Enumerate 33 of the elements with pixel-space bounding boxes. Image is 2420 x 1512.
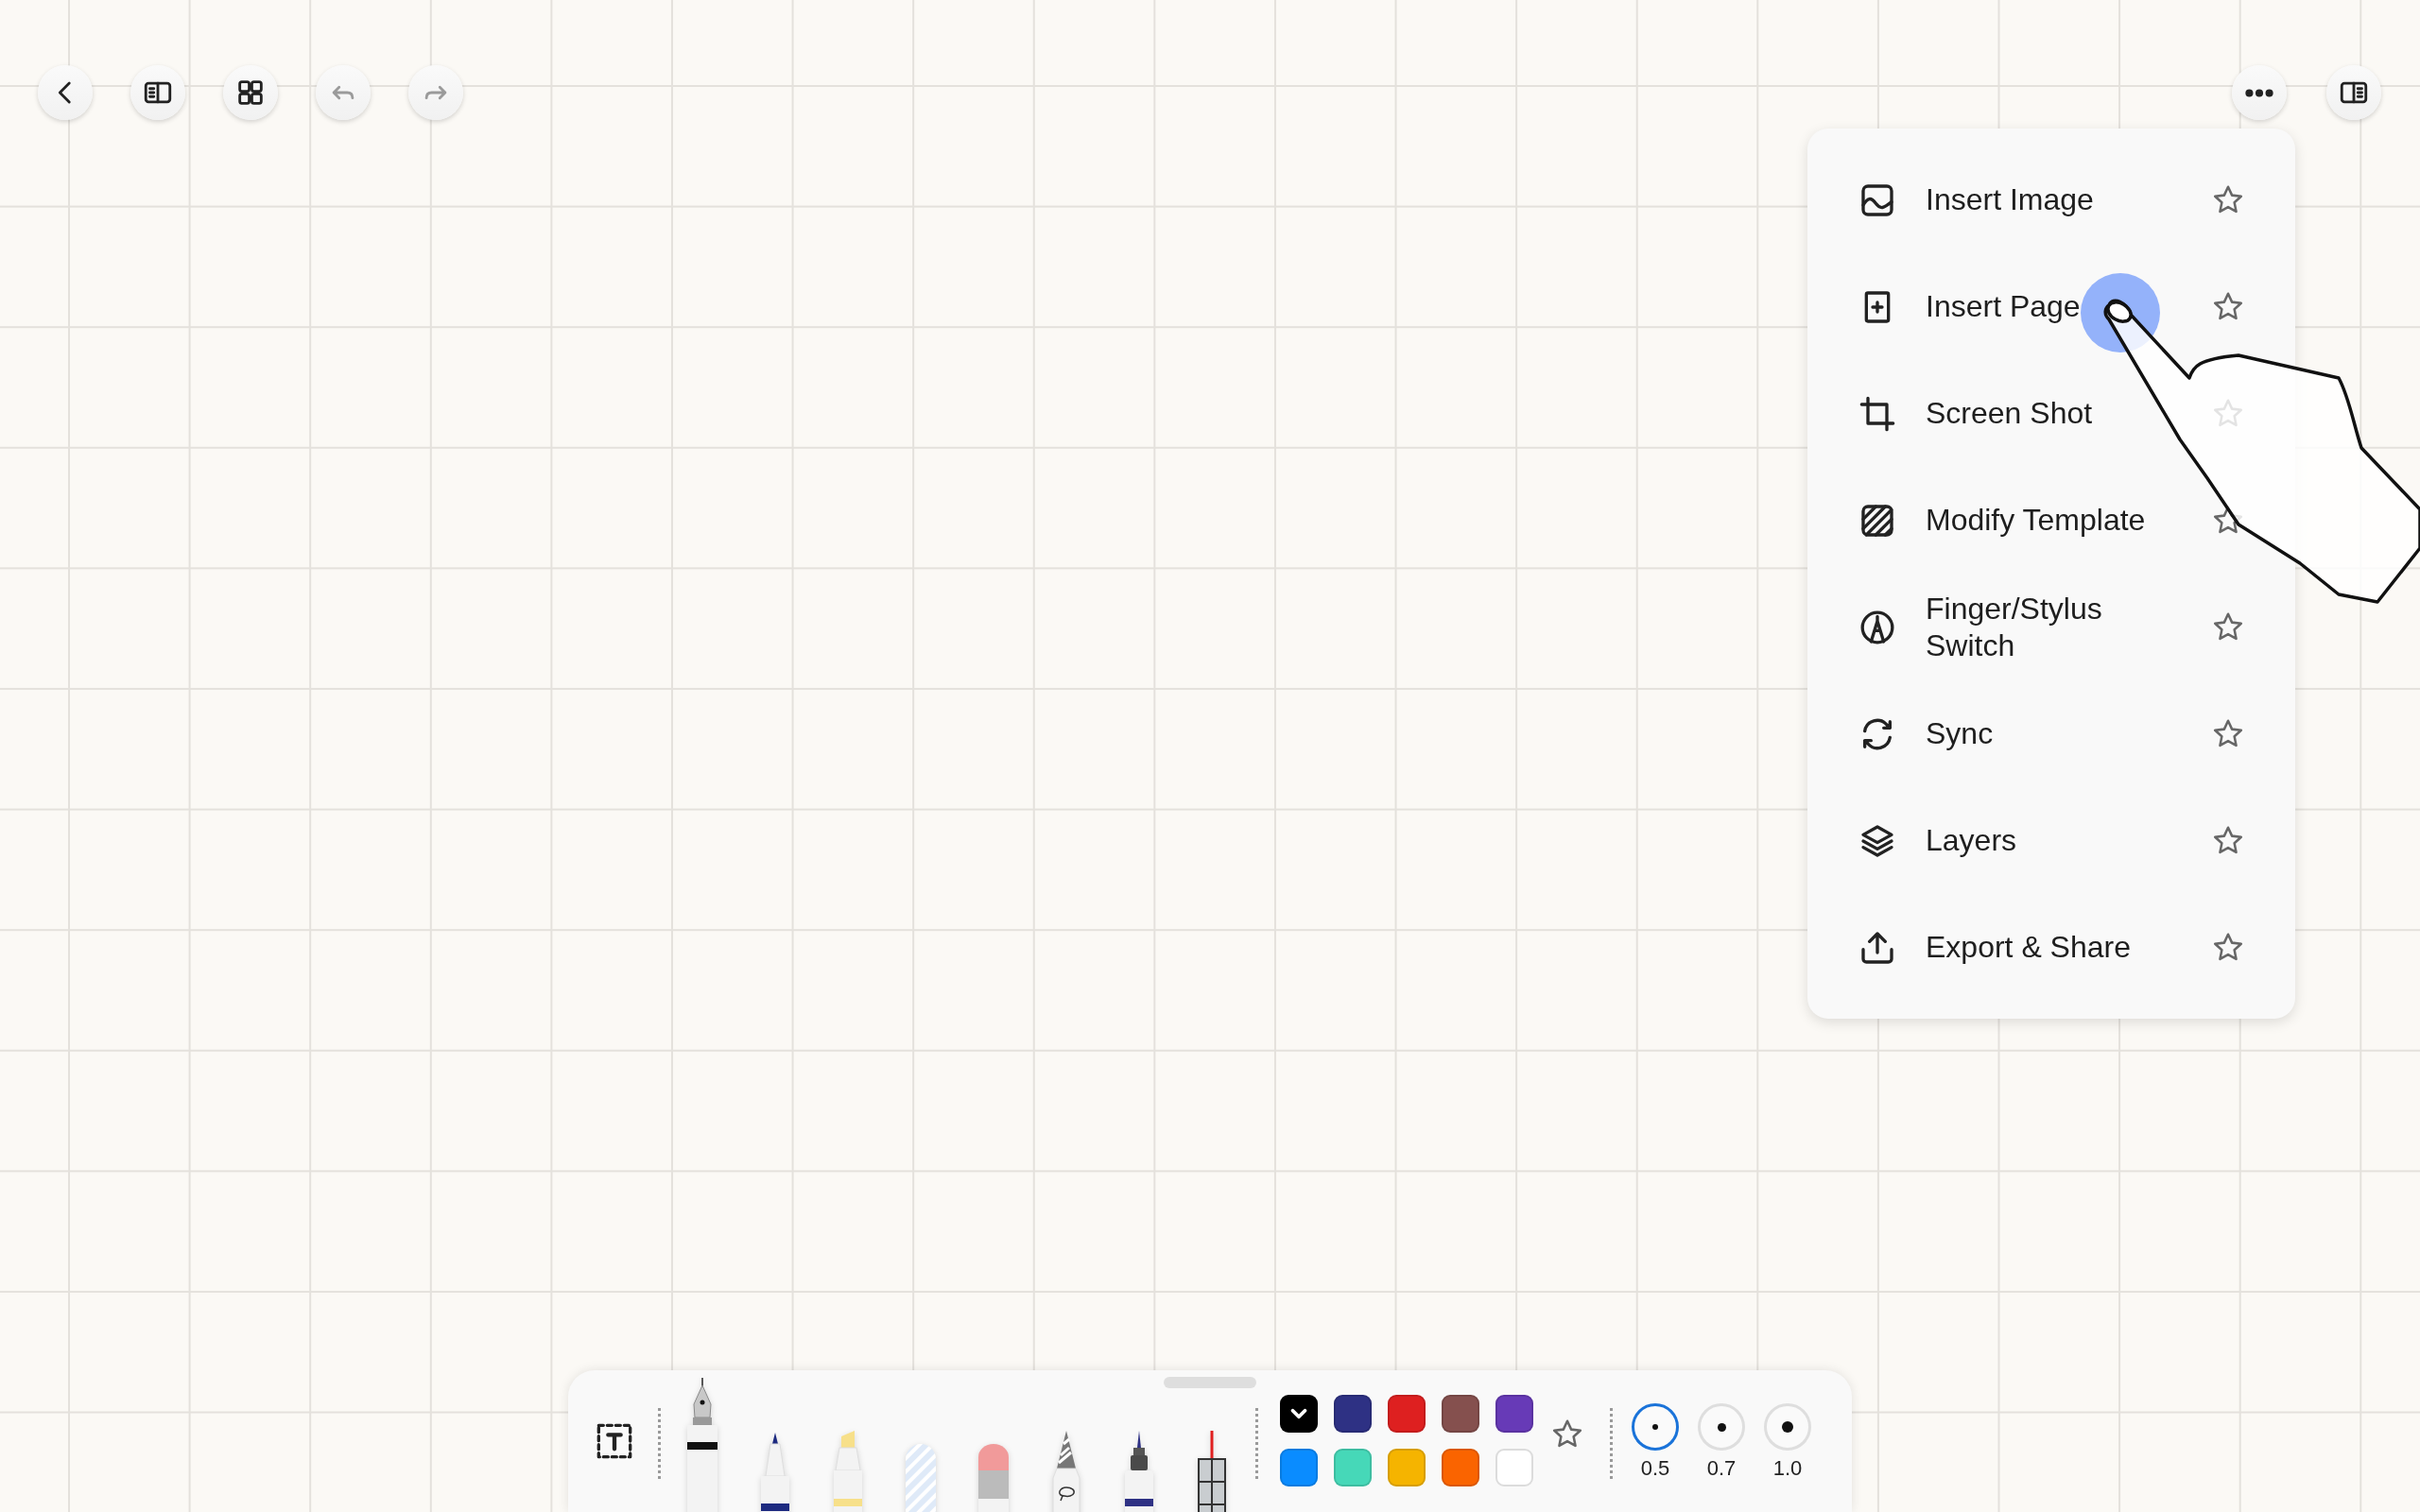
back-button[interactable] [38,65,93,120]
drag-handle[interactable] [1164,1377,1256,1388]
grid-button[interactable] [223,65,278,120]
color-swatch[interactable] [1442,1449,1479,1486]
menu-item[interactable]: Insert Page [1858,253,2246,360]
more-icon [2245,88,2273,97]
color-swatch[interactable] [1388,1449,1426,1486]
text-tool-button[interactable] [596,1422,633,1460]
menu-item[interactable]: Export & Share [1858,894,2246,1001]
color-swatch[interactable] [1280,1395,1318,1433]
color-swatch[interactable] [1334,1449,1372,1486]
crop-icon [1858,394,1896,433]
dot-icon [1717,1422,1726,1432]
more-button[interactable] [2232,65,2287,120]
menu-item[interactable]: Modify Template [1858,467,2246,574]
color-swatch[interactable] [1334,1395,1372,1433]
panel-button[interactable] [2326,65,2381,120]
size-label: 1.0 [1772,1456,1803,1481]
dot-icon [1782,1421,1793,1433]
size-label: 0.5 [1640,1456,1670,1481]
menu-item[interactable]: Insert Image [1858,146,2246,253]
color-swatch[interactable] [1495,1449,1533,1486]
color-swatch[interactable] [1442,1395,1479,1433]
color-swatch[interactable] [1495,1395,1533,1433]
menu-item[interactable]: Layers [1858,787,2246,894]
color-swatch[interactable] [1280,1449,1318,1486]
menu-item[interactable]: Sync [1858,680,2246,787]
color-swatch[interactable] [1388,1395,1426,1433]
text-box-icon [596,1422,633,1460]
size-label: 0.7 [1706,1456,1737,1481]
dot-icon [1652,1424,1658,1430]
sidebar-button[interactable] [130,65,185,120]
menu-item[interactable]: Finger/Stylus Switch [1858,574,2246,680]
